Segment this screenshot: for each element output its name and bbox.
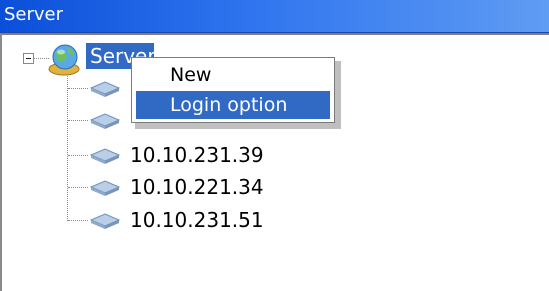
tree-connector-line — [68, 155, 88, 156]
tree-connector-line — [68, 120, 88, 121]
menu-item-login-option[interactable]: Login option — [136, 91, 330, 119]
network-globe-icon — [48, 44, 80, 76]
server-icon — [89, 180, 121, 196]
context-menu: New Login option — [131, 57, 335, 123]
tree-connector-line — [68, 220, 88, 221]
tree-item-label[interactable]: 10.10.231.39 — [130, 143, 264, 167]
collapse-icon[interactable] — [23, 53, 34, 64]
window-title: Server — [4, 4, 64, 25]
menu-item-new[interactable]: New — [136, 61, 330, 89]
tree-item-label[interactable]: 10.10.221.34 — [130, 175, 264, 199]
tree-connector-line — [67, 72, 68, 221]
server-window: Server Server 10.10.231.39 10.10.221.34 … — [0, 0, 549, 291]
tree-connector-line — [68, 187, 88, 188]
server-icon — [89, 213, 121, 229]
server-icon — [89, 81, 121, 97]
server-icon — [89, 113, 121, 129]
server-icon — [89, 148, 121, 164]
tree-connector-line — [68, 88, 88, 89]
title-bar[interactable]: Server — [0, 0, 549, 33]
tree-item-label[interactable]: 10.10.231.51 — [130, 208, 264, 232]
